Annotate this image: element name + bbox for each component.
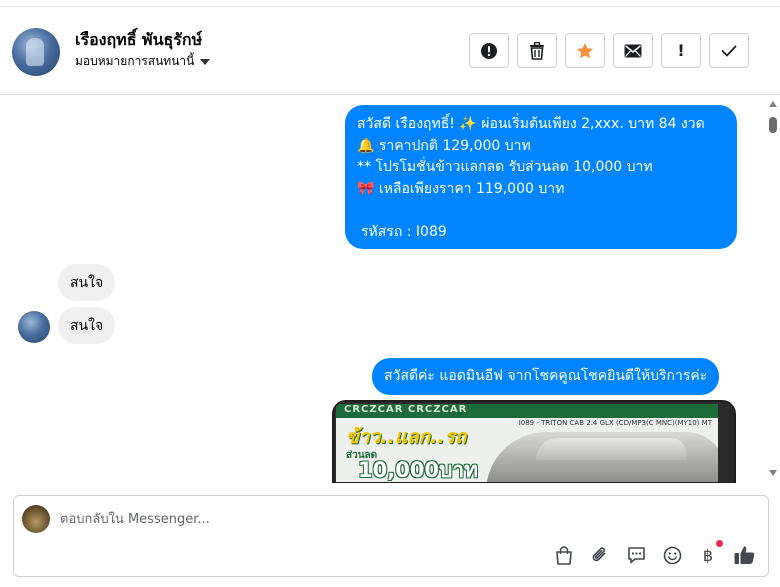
promo-line: ** โปรโมชั่นข้าวแลกลด รับส่วนลด 10,000 บ… [357, 159, 653, 175]
outgoing-image-attachment[interactable]: CRCZCAR CRCZCAR I089 - TRITON CAB 2.4 GL… [332, 400, 736, 483]
scrollbar-thumb[interactable] [769, 117, 777, 133]
image-model-text: I089 - TRITON CAB 2.4 GLX (CD/MP3(C MNC)… [518, 419, 712, 427]
sender-avatar [18, 311, 50, 343]
like-button[interactable] [732, 543, 756, 567]
emoji-icon [663, 546, 681, 564]
promo-line: สวัสดี เรืองฤทธิ์! ✨ ผ่อนเริ่มต้นเพียง 2… [357, 116, 705, 132]
promo-car-code: รหัสรถ : I089 [361, 223, 447, 240]
composer-tools: ฿ [552, 540, 756, 567]
shopping-bag-button[interactable] [552, 543, 576, 567]
envelope-icon [624, 44, 642, 57]
promo-line: 🔔 ราคาปกติ 129,000 บาท [357, 137, 531, 154]
saved-replies-button[interactable] [624, 543, 648, 567]
exclamation-icon: ! [677, 41, 685, 60]
header-actions: ! [469, 33, 749, 68]
outgoing-greeting-message[interactable]: สวัสดีค่ะ แอดมินอีฟ จากโชคคูณโชคยินดีให้… [372, 358, 720, 395]
attach-file-button[interactable] [588, 543, 612, 567]
follow-up-button[interactable]: ! [661, 33, 701, 68]
saved-replies-icon [627, 547, 645, 564]
promo-line [357, 200, 725, 222]
thumbs-up-icon [734, 546, 754, 564]
page-avatar [22, 505, 50, 533]
trash-icon [530, 41, 544, 60]
car-window-illustration [536, 438, 686, 460]
emoji-button[interactable] [660, 543, 684, 567]
reply-composer: ฿ [13, 495, 769, 577]
notification-dot [716, 540, 723, 547]
report-button[interactable] [469, 33, 509, 68]
mark-unread-button[interactable] [613, 33, 653, 68]
image-discount-amount: 10,000บาท [358, 458, 479, 482]
done-button[interactable] [709, 33, 749, 68]
outgoing-promo-message[interactable]: สวัสดี เรืองฤทธิ์! ✨ ผ่อนเริ่มต้นเพียง 2… [345, 105, 737, 249]
message-thread[interactable]: สวัสดี เรืองฤทธิ์! ✨ ผ่อนเริ่มต้นเพียง 2… [0, 96, 780, 483]
chevron-down-icon [200, 58, 211, 65]
alert-circle-icon [481, 42, 497, 59]
shopping-bag-icon [556, 545, 572, 565]
checkmark-icon [721, 45, 737, 56]
image-banner-text: CRCZCAR CRCZCAR [344, 404, 468, 415]
incoming-message[interactable]: สนใจ [58, 307, 116, 344]
messenger-inbox: เรืองฤทธิ์ พันธุรักษ์ มอบหมายการสนทนานี้ [0, 0, 780, 587]
scroll-up-arrow-icon[interactable] [769, 101, 777, 107]
promo-line: 🎀 เหลือเพียงราคา 119,000 บาท [357, 180, 565, 197]
conversation-header: เรืองฤทธิ์ พันธุรักษ์ มอบหมายการสนทนานี้ [0, 7, 780, 95]
promo-image: CRCZCAR CRCZCAR I089 - TRITON CAB 2.4 GL… [336, 404, 718, 482]
contact-name[interactable]: เรืองฤทธิ์ พันธุรักษ์ [75, 28, 202, 53]
assign-conversation-dropdown[interactable]: มอบหมายการสนทนานี้ [75, 52, 211, 71]
assign-label: มอบหมายการสนทนานี้ [75, 54, 195, 68]
star-button[interactable] [565, 33, 605, 68]
payment-button[interactable]: ฿ [696, 540, 723, 567]
star-icon [576, 42, 594, 58]
delete-button[interactable] [517, 33, 557, 68]
reply-input[interactable] [60, 507, 660, 531]
paperclip-icon [592, 547, 606, 562]
image-banner: CRCZCAR CRCZCAR [336, 404, 718, 418]
baht-icon: ฿ [702, 545, 714, 565]
contact-avatar[interactable] [12, 28, 60, 76]
scrollbar[interactable] [768, 96, 778, 483]
incoming-message[interactable]: สนใจ [58, 264, 116, 301]
scroll-down-arrow-icon[interactable] [769, 470, 777, 476]
